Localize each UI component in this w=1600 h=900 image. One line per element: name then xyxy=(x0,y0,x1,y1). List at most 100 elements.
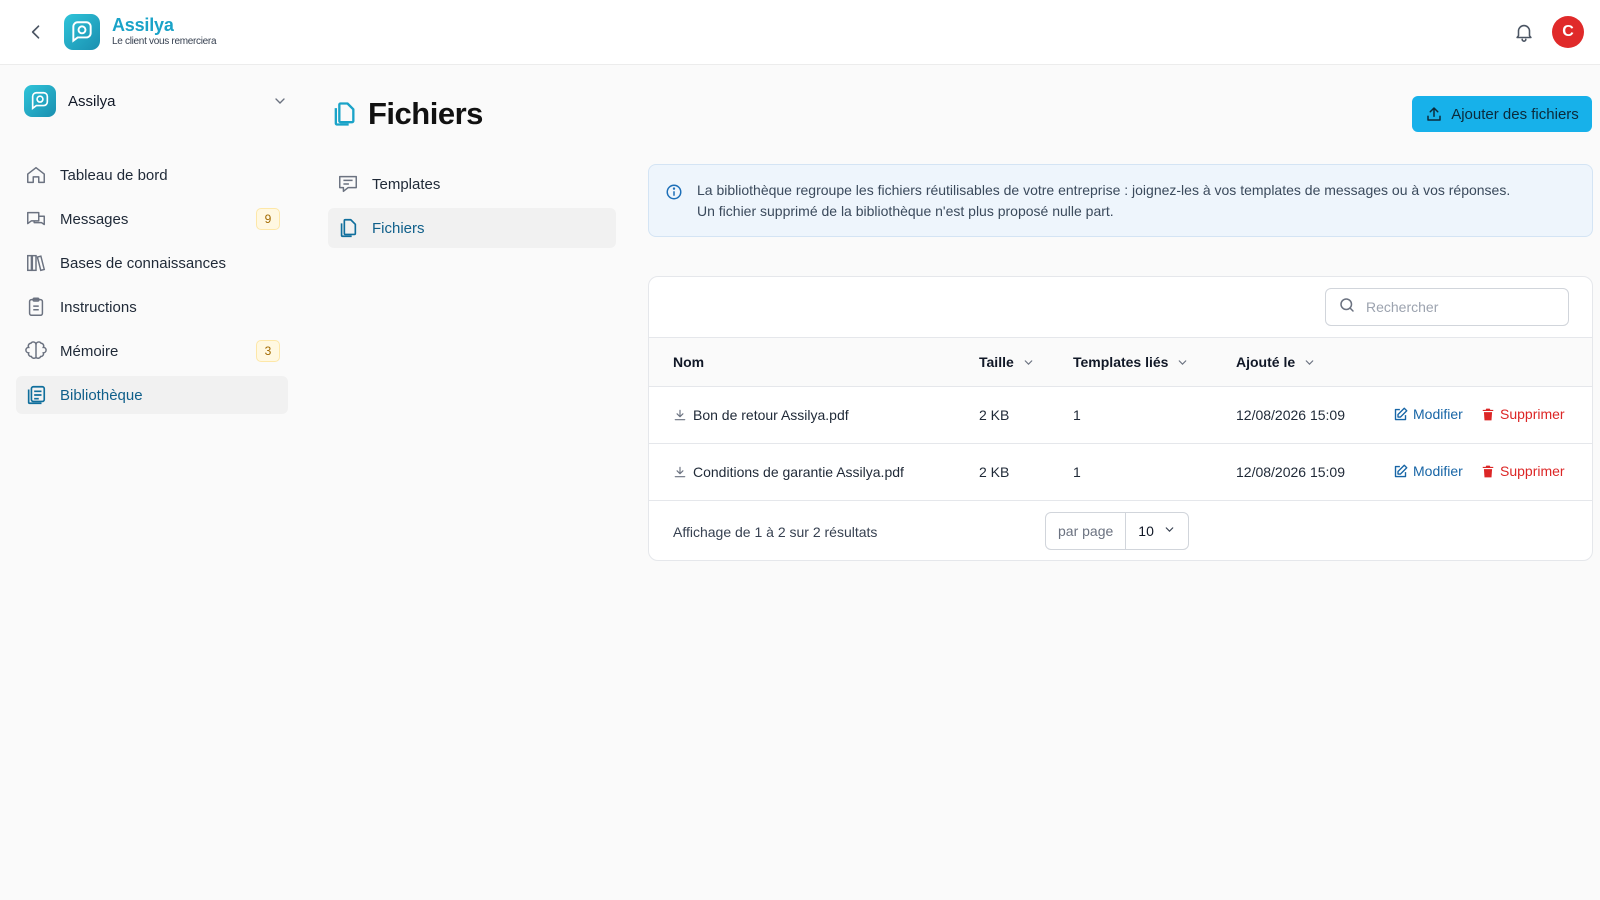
sidebar-item-label: Bases de connaissances xyxy=(60,254,226,272)
info-text: La bibliothèque regroupe les fichiers ré… xyxy=(697,182,1511,198)
edit-icon xyxy=(1393,464,1408,479)
download-icon xyxy=(673,465,687,479)
info-text: Un fichier supprimé de la bibliothèque n… xyxy=(697,203,1114,219)
per-page-select[interactable]: 10 xyxy=(1126,513,1188,549)
brand-logo[interactable] xyxy=(64,14,100,50)
bell-icon xyxy=(1516,24,1532,42)
edit-label: Modifier xyxy=(1413,463,1463,479)
workspace-name: Assilya xyxy=(68,92,116,110)
books-icon xyxy=(24,251,48,275)
column-label: Taille xyxy=(979,354,1014,370)
workspace-logo xyxy=(24,85,56,117)
library-subnav: Templates Fichiers xyxy=(328,164,616,252)
sidebar-item-label: Instructions xyxy=(60,298,137,316)
column-label: Ajouté le xyxy=(1236,354,1296,370)
files-table-card: Nom Taille Templates liés Ajouté le Bon … xyxy=(648,276,1593,561)
delete-label: Supprimer xyxy=(1500,406,1565,422)
search-input[interactable] xyxy=(1366,299,1546,315)
edit-button[interactable]: Modifier xyxy=(1393,406,1463,422)
subnav-item-label: Fichiers xyxy=(372,219,425,237)
delete-label: Supprimer xyxy=(1500,463,1565,479)
sidebar-item-instructions[interactable]: Instructions xyxy=(16,288,288,326)
column-label: Templates liés xyxy=(1073,354,1169,370)
per-page-label: par page xyxy=(1046,513,1127,549)
template-icon xyxy=(336,172,360,196)
file-name-cell[interactable]: Conditions de garantie Assilya.pdf xyxy=(673,464,904,480)
library-icon xyxy=(24,383,48,407)
files-icon xyxy=(336,216,360,240)
delete-button[interactable]: Supprimer xyxy=(1481,463,1565,479)
file-size: 2 KB xyxy=(979,407,1010,423)
added-date: 12/08/2026 15:09 xyxy=(1236,407,1345,423)
table-row: Bon de retour Assilya.pdf 2 KB 1 12/08/2… xyxy=(649,387,1592,444)
notifications-button[interactable] xyxy=(1512,20,1536,44)
workspace-selector[interactable]: Assilya xyxy=(24,84,296,118)
sidebar-item-library[interactable]: Bibliothèque xyxy=(16,376,288,414)
home-icon xyxy=(24,163,48,187)
sidebar-item-label: Bibliothèque xyxy=(60,386,143,404)
chevron-down-icon xyxy=(1163,523,1176,539)
brand-tagline: Le client vous remerciera xyxy=(112,36,217,47)
delete-button[interactable]: Supprimer xyxy=(1481,406,1565,422)
user-avatar[interactable]: C xyxy=(1552,16,1584,48)
brand-name: Assilya xyxy=(112,15,174,35)
trash-icon xyxy=(1481,464,1495,479)
chevron-left-icon xyxy=(31,25,40,39)
trash-icon xyxy=(1481,407,1495,422)
sidebar-item-dashboard[interactable]: Tableau de bord xyxy=(16,156,288,194)
edit-label: Modifier xyxy=(1413,406,1463,422)
table-header: Nom Taille Templates liés Ajouté le xyxy=(649,337,1592,387)
linked-templates-count: 1 xyxy=(1073,464,1081,480)
count-badge: 9 xyxy=(256,208,280,230)
chevron-down-icon xyxy=(1176,356,1189,369)
info-banner: La bibliothèque regroupe les fichiers ré… xyxy=(648,164,1593,237)
file-name: Bon de retour Assilya.pdf xyxy=(693,407,849,423)
brain-icon xyxy=(24,339,48,363)
brain-chat-icon xyxy=(31,91,49,110)
subnav-item-templates[interactable]: Templates xyxy=(328,164,616,204)
count-badge: 3 xyxy=(256,340,280,362)
column-header-name[interactable]: Nom xyxy=(673,354,704,370)
column-header-size[interactable]: Taille xyxy=(979,354,1035,370)
download-icon xyxy=(673,408,687,422)
chevron-down-icon xyxy=(1303,356,1316,369)
edit-icon xyxy=(1393,407,1408,422)
clipboard-icon xyxy=(24,295,48,319)
chat-icon xyxy=(24,207,48,231)
top-bar: Assilya Le client vous remerciera C xyxy=(0,0,1600,65)
files-icon xyxy=(330,100,358,128)
added-date: 12/08/2026 15:09 xyxy=(1236,464,1345,480)
file-name-cell[interactable]: Bon de retour Assilya.pdf xyxy=(673,407,849,423)
file-size: 2 KB xyxy=(979,464,1010,480)
sidebar-item-knowledge-bases[interactable]: Bases de connaissances xyxy=(16,244,288,282)
subnav-item-label: Templates xyxy=(372,175,441,193)
back-button[interactable] xyxy=(24,20,48,44)
sidebar-item-memory[interactable]: Mémoire 3 xyxy=(16,332,288,370)
sidebar-item-label: Tableau de bord xyxy=(60,166,168,184)
upload-icon xyxy=(1425,105,1443,123)
table-row: Conditions de garantie Assilya.pdf 2 KB … xyxy=(649,444,1592,501)
per-page-value: 10 xyxy=(1138,523,1154,539)
search-icon xyxy=(1338,296,1356,319)
add-files-label: Ajouter des fichiers xyxy=(1451,105,1579,123)
chevron-down-icon xyxy=(272,93,288,114)
page-title: Fichiers xyxy=(368,96,483,131)
info-icon xyxy=(665,183,683,206)
sidebar-item-label: Mémoire xyxy=(60,342,119,360)
file-name: Conditions de garantie Assilya.pdf xyxy=(693,464,904,480)
per-page-control: par page 10 xyxy=(1045,512,1190,550)
sidebar-item-label: Messages xyxy=(60,210,129,228)
sidebar-nav: Tableau de bord Messages 9 Bases de conn… xyxy=(16,156,288,420)
subnav-item-files[interactable]: Fichiers xyxy=(328,208,616,248)
column-header-added[interactable]: Ajouté le xyxy=(1236,354,1316,370)
edit-button[interactable]: Modifier xyxy=(1393,463,1463,479)
add-files-button[interactable]: Ajouter des fichiers xyxy=(1412,96,1592,132)
brain-chat-icon xyxy=(72,21,92,43)
column-label: Nom xyxy=(673,354,705,370)
search-box xyxy=(1325,288,1569,326)
chevron-down-icon xyxy=(1022,356,1035,369)
sidebar-item-messages[interactable]: Messages 9 xyxy=(16,200,288,238)
linked-templates-count: 1 xyxy=(1073,407,1081,423)
column-header-templates[interactable]: Templates liés xyxy=(1073,354,1189,370)
pagination-summary: Affichage de 1 à 2 sur 2 résultats xyxy=(673,524,878,540)
